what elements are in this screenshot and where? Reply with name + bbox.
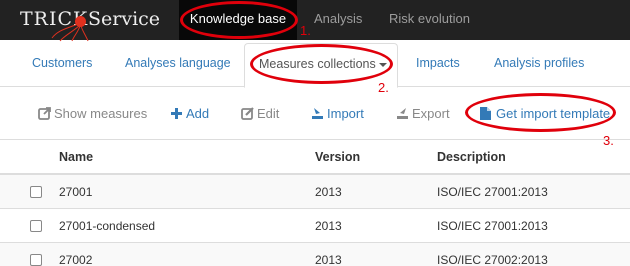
- trickservice-logo[interactable]: TRICK Service: [20, 8, 172, 42]
- nav-item-analysis[interactable]: Analysis: [314, 0, 362, 40]
- add-label: Add: [186, 106, 210, 121]
- logo-swirl-icon: [51, 23, 89, 42]
- cell-version: 2013: [315, 219, 342, 233]
- table-row[interactable]: 27001 2013 ISO/IEC 27001:2013: [0, 175, 630, 209]
- annotation-circle-1: [180, 1, 298, 39]
- column-header-version[interactable]: Version: [315, 150, 360, 164]
- export-icon: [397, 108, 408, 119]
- import-label: Import: [327, 106, 364, 121]
- import-icon: [312, 108, 323, 119]
- top-navbar: TRICK Service Knowledge base Analysis Ri…: [0, 0, 630, 42]
- table-row[interactable]: 27002 2013 ISO/IEC 27002:2013: [0, 243, 630, 266]
- table-header: Name Version Description: [0, 139, 630, 175]
- cell-version: 2013: [315, 253, 342, 266]
- cell-name: 27001: [59, 185, 93, 199]
- tab-analyses-language[interactable]: Analyses language: [125, 40, 231, 87]
- tab-analysis-profiles[interactable]: Analysis profiles: [494, 40, 584, 87]
- cell-version: 2013: [315, 185, 342, 199]
- annotation-number-2: 2.: [378, 80, 389, 95]
- row-checkbox[interactable]: [30, 220, 42, 232]
- cell-description: ISO/IEC 27002:2013: [437, 253, 548, 266]
- table-row[interactable]: 27001-condensed 2013 ISO/IEC 27001:2013: [0, 209, 630, 243]
- cell-name: 27002: [59, 253, 93, 266]
- cell-description: ISO/IEC 27001:2013: [437, 219, 548, 233]
- annotation-circle-3: [465, 93, 616, 132]
- nav-item-risk-evolution[interactable]: Risk evolution: [389, 0, 470, 40]
- annotation-number-3: 3.: [603, 133, 614, 148]
- tab-customers[interactable]: Customers: [32, 40, 92, 87]
- show-measures-label: Show measures: [54, 106, 148, 121]
- column-header-name[interactable]: Name: [59, 150, 93, 164]
- export-label: Export: [412, 106, 450, 121]
- cell-description: ISO/IEC 27001:2013: [437, 185, 548, 199]
- row-checkbox[interactable]: [30, 254, 42, 266]
- edit-icon: [241, 107, 254, 120]
- row-checkbox[interactable]: [30, 186, 42, 198]
- edit-label: Edit: [257, 106, 280, 121]
- annotation-circle-2: [250, 44, 393, 84]
- column-header-description[interactable]: Description: [437, 150, 506, 164]
- annotation-number-1: 1.: [300, 23, 311, 38]
- cell-name: 27001-condensed: [59, 219, 156, 233]
- external-link-icon: [38, 107, 51, 120]
- plus-icon: [171, 108, 182, 119]
- tab-impacts[interactable]: Impacts: [416, 40, 460, 87]
- logo-text-suffix: Service: [88, 8, 161, 30]
